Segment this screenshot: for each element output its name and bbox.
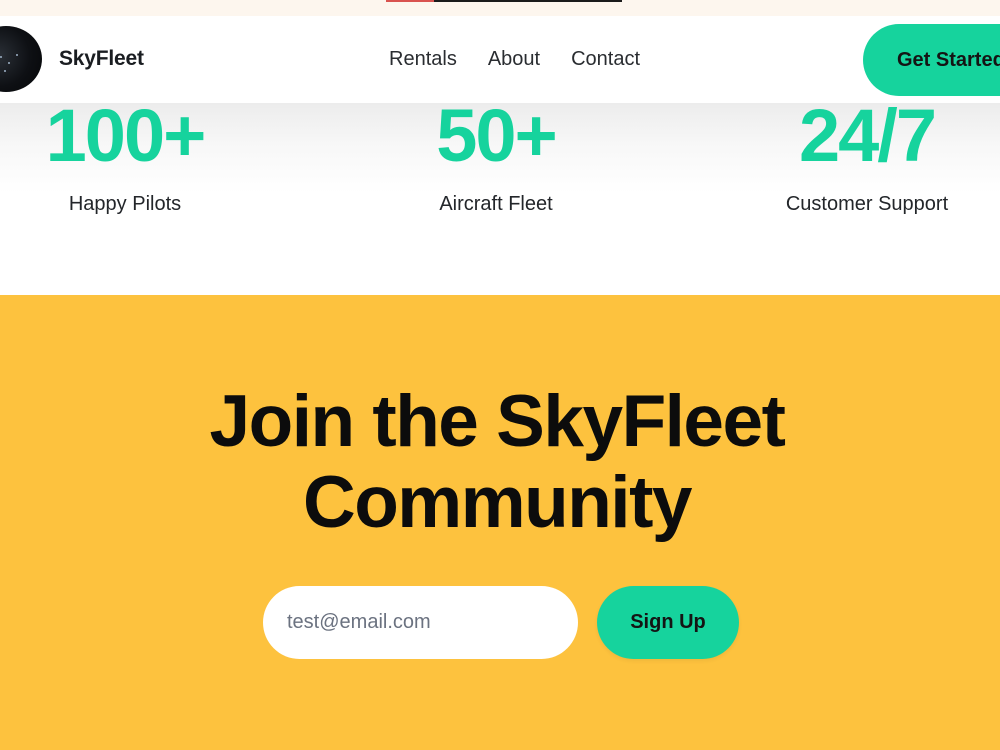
stat-aircraft-fleet: 50+ Aircraft Fleet xyxy=(396,99,596,216)
community-heading: Join the SkyFleet Community xyxy=(0,381,994,543)
get-started-button[interactable]: Get Started xyxy=(863,24,1000,96)
stat-label: Aircraft Fleet xyxy=(439,193,553,215)
stat-label: Customer Support xyxy=(785,193,949,215)
nav-rentals[interactable]: Rentals xyxy=(389,48,457,71)
sign-up-button[interactable]: Sign Up xyxy=(597,586,739,659)
main-nav: Rentals About Contact xyxy=(389,48,640,71)
community-heading-line1: Join the SkyFleet xyxy=(209,381,786,462)
stat-value: 50+ xyxy=(436,94,558,177)
email-input[interactable] xyxy=(263,586,578,659)
stat-value: 24/7 xyxy=(798,94,937,177)
logo-image[interactable] xyxy=(0,26,42,92)
community-heading-line2: Community xyxy=(303,462,693,543)
stat-customer-support: 24/7 Customer Support xyxy=(767,99,967,216)
community-signup-section: Join the SkyFleet Community Sign Up xyxy=(0,295,1000,750)
site-header: SkyFleet Rentals About Contact Get Start… xyxy=(0,16,1000,103)
stats-section: 100+ Happy Pilots 50+ Aircraft Fleet 24/… xyxy=(0,99,1000,295)
stat-value: 100+ xyxy=(45,94,207,177)
stat-label: Happy Pilots xyxy=(68,193,182,215)
brand-name[interactable]: SkyFleet xyxy=(59,47,144,71)
top-strip xyxy=(0,0,1000,16)
page: SkyFleet Rentals About Contact Get Start… xyxy=(0,0,1000,750)
nav-about[interactable]: About xyxy=(488,48,540,71)
top-divider-accent xyxy=(386,0,434,2)
nav-contact[interactable]: Contact xyxy=(571,48,640,71)
stat-happy-pilots: 100+ Happy Pilots xyxy=(25,99,225,216)
